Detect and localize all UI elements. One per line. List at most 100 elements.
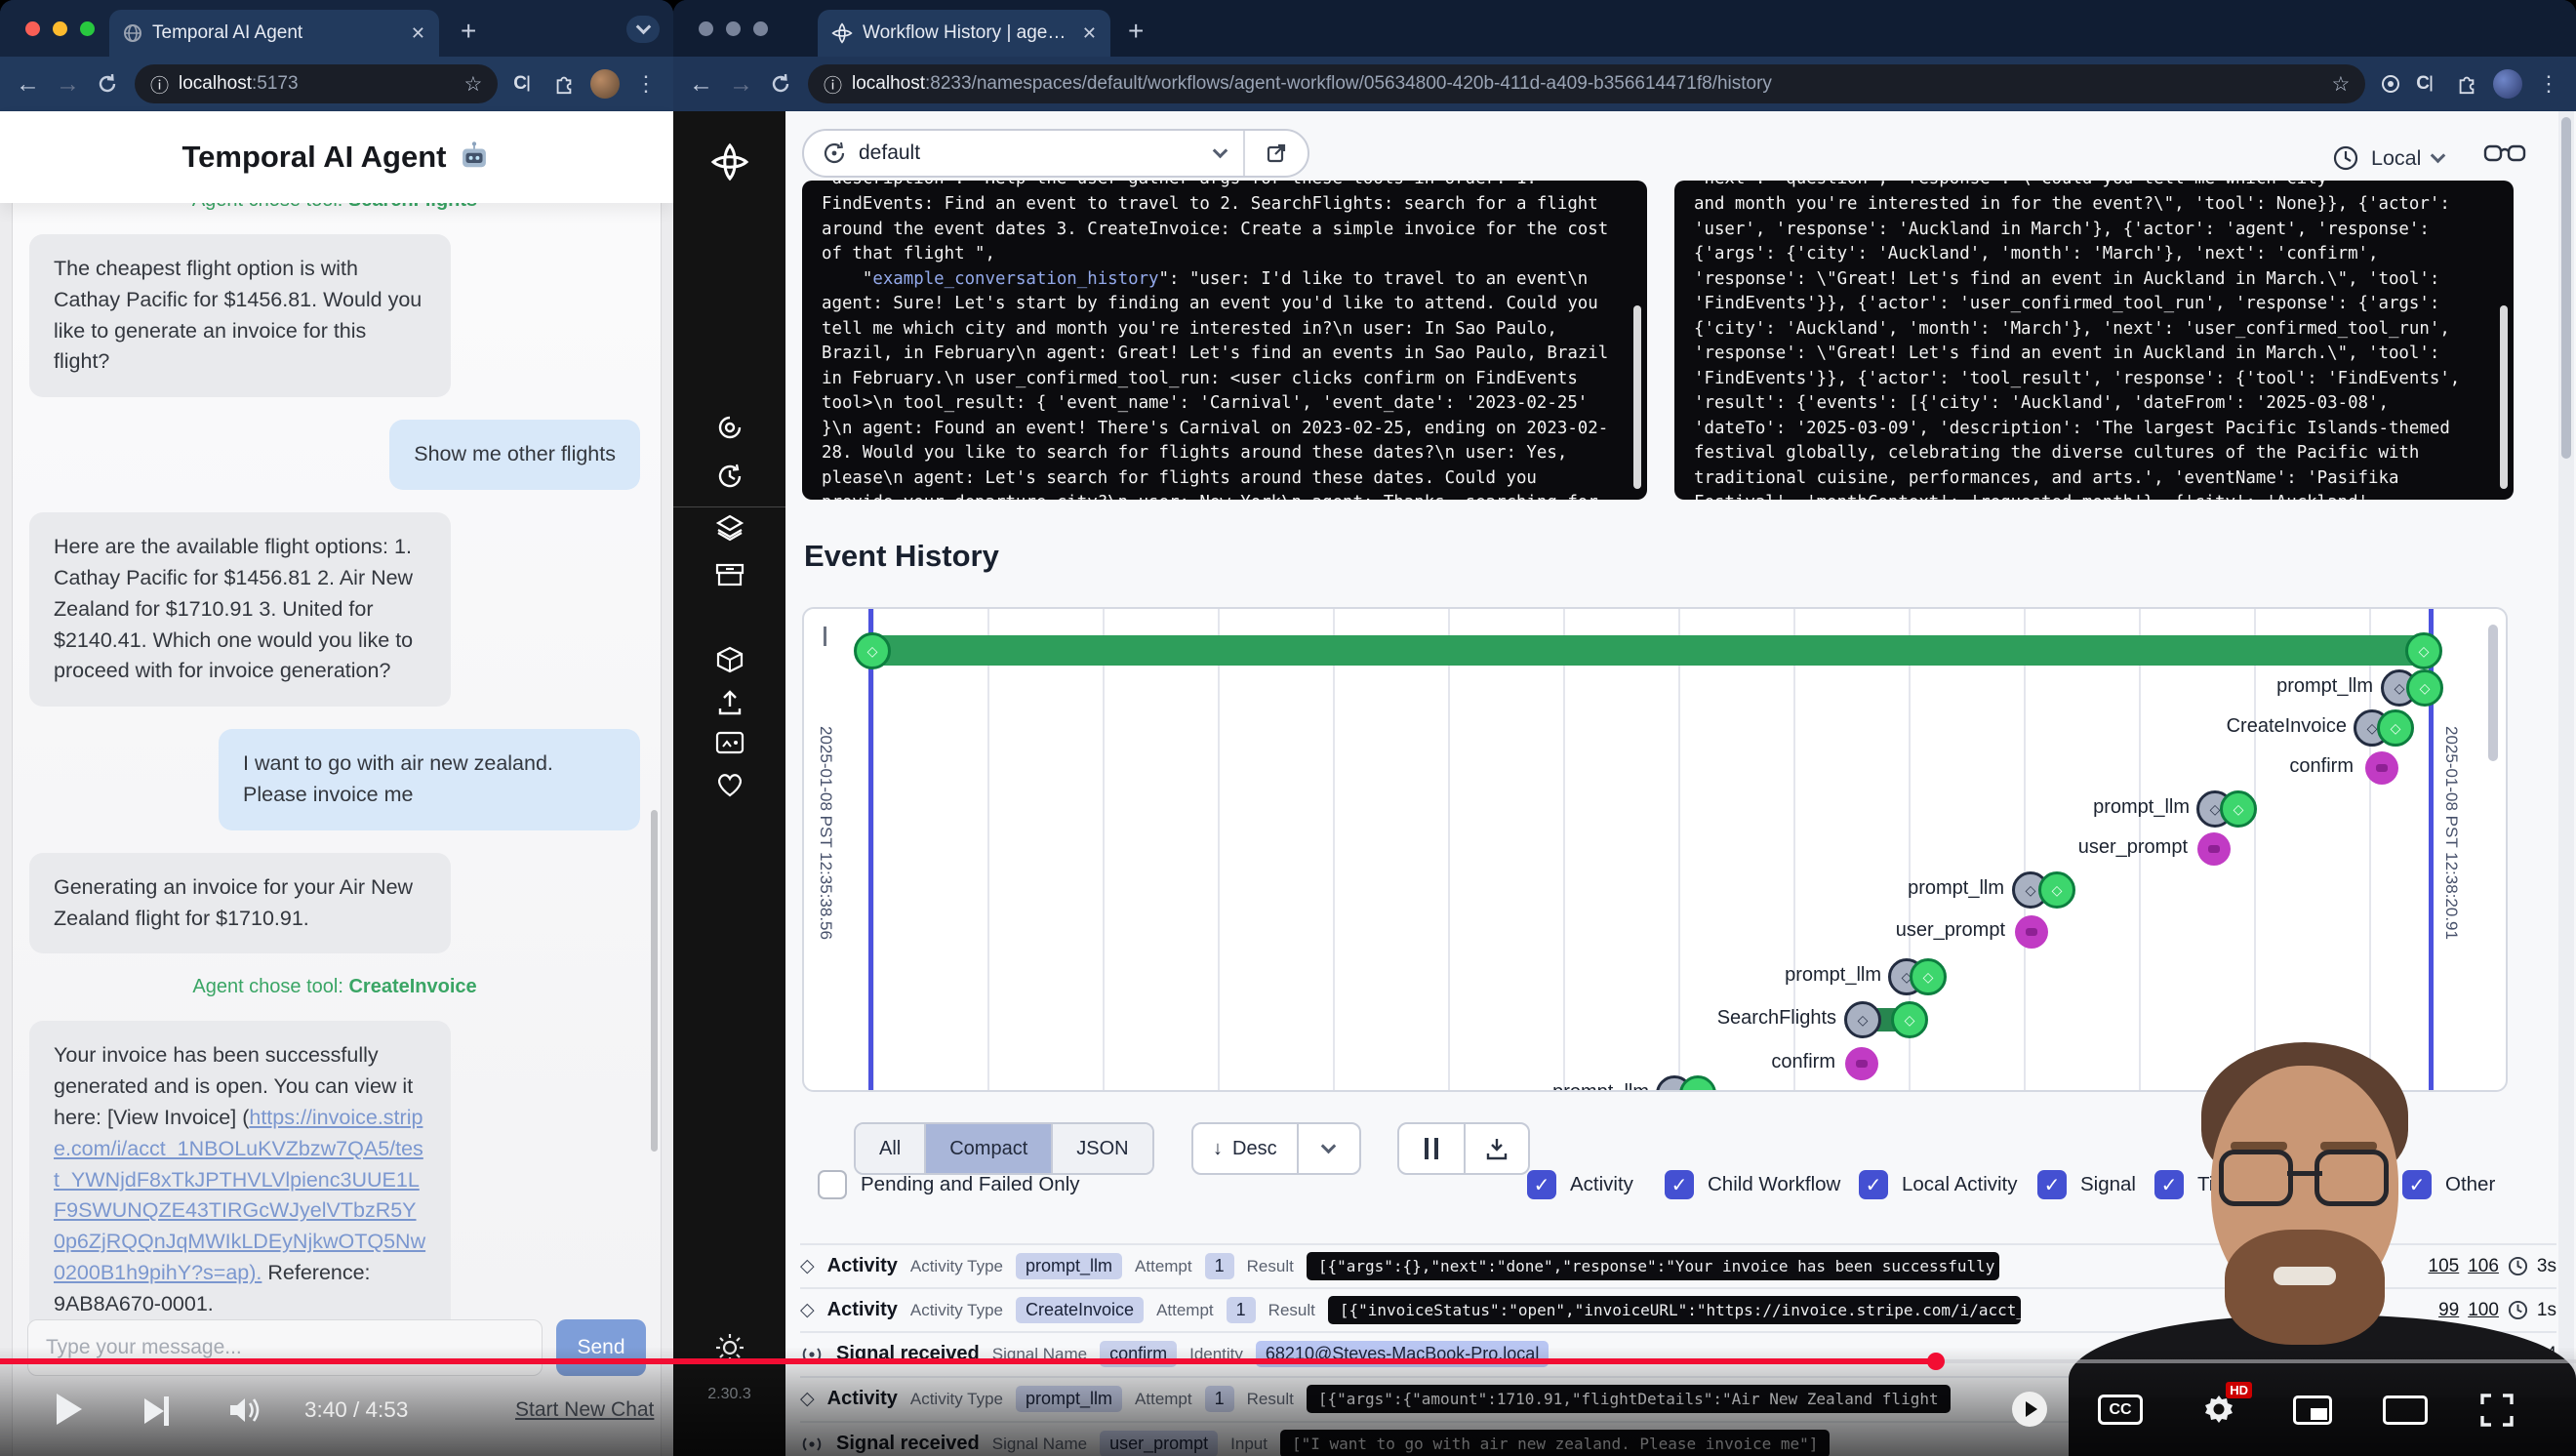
minimize-window-button[interactable] <box>726 21 741 36</box>
signal-marker[interactable] <box>2365 751 2398 785</box>
workflow-result-json-panel[interactable]: 'next': 'question', 'response': \"Could … <box>1674 181 2514 500</box>
namespaces-icon[interactable] <box>673 644 785 675</box>
reload-icon[interactable] <box>96 72 119 96</box>
activity-completed-marker[interactable]: ◇ <box>2220 790 2257 828</box>
bookmark-star-icon[interactable]: ☆ <box>463 72 482 97</box>
zoom-window-button[interactable] <box>753 21 768 36</box>
close-tab-icon[interactable]: ✕ <box>411 23 425 44</box>
new-tab-button[interactable]: + <box>461 18 476 45</box>
message-input[interactable]: Type your message... <box>27 1319 543 1376</box>
activity-scheduled-marker[interactable]: ◇ <box>1844 1001 1881 1038</box>
browser-menu-icon[interactable]: ⋮ <box>2538 71 2560 97</box>
workflow-execution-bar[interactable] <box>872 635 2431 666</box>
checkbox-checked[interactable]: ✓ <box>1665 1170 1694 1199</box>
sort-desc-button[interactable]: ↓ Desc <box>1193 1124 1297 1173</box>
stack-icon[interactable] <box>673 511 785 543</box>
browser-menu-icon[interactable]: ⋮ <box>635 71 658 97</box>
signal-marker[interactable] <box>2015 915 2048 949</box>
checkbox-checked[interactable]: ✓ <box>1527 1170 1556 1199</box>
checkbox-checked[interactable]: ✓ <box>1859 1170 1888 1199</box>
window-controls[interactable] <box>25 21 95 36</box>
checkbox-checked[interactable]: ✓ <box>2037 1170 2067 1199</box>
pending-failed-filter[interactable]: Pending and Failed Only <box>818 1170 1080 1199</box>
video-progress-bar[interactable] <box>0 1358 1937 1364</box>
type-filter-child-workflow[interactable]: ✓Child Workflow <box>1665 1170 1840 1199</box>
panel-scrollbar[interactable] <box>2500 305 2508 489</box>
open-namespace-button[interactable] <box>1245 131 1308 176</box>
type-filter-local-activity[interactable]: ✓Local Activity <box>1859 1170 2018 1199</box>
tab-search-button[interactable] <box>626 16 660 43</box>
back-icon[interactable]: ← <box>689 70 713 99</box>
close-window-button[interactable] <box>699 21 713 36</box>
view-mode-all[interactable]: All <box>856 1124 924 1173</box>
close-window-button[interactable] <box>25 21 40 36</box>
back-icon[interactable]: ← <box>16 70 40 99</box>
sort-control[interactable]: ↓ Desc <box>1191 1122 1361 1175</box>
autoplay-toggle[interactable] <box>2012 1392 2047 1427</box>
extensions-puzzle-icon[interactable] <box>553 73 575 95</box>
forward-icon[interactable]: → <box>56 70 80 99</box>
type-filter-activity[interactable]: ✓Activity <box>1527 1170 1633 1199</box>
checkbox-unchecked[interactable] <box>818 1170 847 1199</box>
site-info-icon[interactable]: ⓘ <box>824 71 842 98</box>
signal-marker[interactable] <box>1845 1047 1878 1080</box>
pause-button[interactable] <box>1399 1124 1464 1173</box>
next-button[interactable] <box>144 1396 169 1426</box>
activity-completed-marker[interactable]: ◇ <box>2406 669 2443 707</box>
send-button[interactable]: Send <box>556 1319 646 1376</box>
invoice-link[interactable]: https://invoice.stripe.com/i/acct_1NBOLu… <box>54 1106 425 1284</box>
profile-avatar[interactable] <box>2493 69 2522 99</box>
bookmark-star-icon[interactable]: ☆ <box>2331 72 2350 97</box>
download-history-button[interactable] <box>1464 1124 1528 1173</box>
play-button[interactable] <box>57 1394 82 1425</box>
extension-dot-icon[interactable] <box>2381 74 2400 94</box>
chat-scrollbar[interactable] <box>651 810 658 1152</box>
close-tab-icon[interactable]: ✕ <box>1082 23 1097 44</box>
tab-temporal-ai-agent[interactable]: Temporal AI Agent ✕ <box>109 10 439 57</box>
labs-icon[interactable] <box>673 730 785 757</box>
extension-ci-icon[interactable]: C▏ <box>2416 73 2440 95</box>
zoom-window-button[interactable] <box>80 21 95 36</box>
namespace-dropdown[interactable]: default <box>804 131 1243 176</box>
tab-workflow-history[interactable]: Workflow History | agent-wor ✕ <box>818 10 1110 57</box>
minimize-window-button[interactable] <box>53 21 67 36</box>
fullscreen-button[interactable] <box>2478 1392 2516 1429</box>
profile-avatar[interactable] <box>590 69 620 99</box>
site-info-icon[interactable]: ⓘ <box>150 71 169 98</box>
volume-icon[interactable] <box>226 1394 262 1427</box>
timeline-scrollbar[interactable] <box>2488 625 2498 761</box>
address-bar[interactable]: ⓘ localhost:8233/namespaces/default/work… <box>808 64 2365 103</box>
captions-button[interactable]: CC <box>2098 1395 2143 1425</box>
start-new-chat-link[interactable]: Start New Chat <box>515 1398 654 1422</box>
workflows-icon[interactable] <box>673 412 785 443</box>
activity-completed-marker[interactable]: ◇ <box>1910 958 1947 995</box>
extension-ci-icon[interactable]: C▏ <box>513 73 538 95</box>
workflow-input-json-panel[interactable]: 'description': 'Help the user gather arg… <box>802 181 1647 500</box>
extensions-puzzle-icon[interactable] <box>2456 73 2477 95</box>
temporal-logo-icon[interactable] <box>673 142 785 182</box>
namespace-selector[interactable]: default <box>802 129 1309 178</box>
view-mode-compact[interactable]: Compact <box>924 1124 1051 1173</box>
labs-glasses-icon[interactable] <box>2483 141 2526 166</box>
address-bar[interactable]: ⓘ localhost:5173 ☆ <box>135 64 498 103</box>
panel-scrollbar[interactable] <box>1633 305 1641 489</box>
archival-icon[interactable] <box>673 560 785 589</box>
forward-icon[interactable]: → <box>729 70 753 99</box>
new-tab-button[interactable]: + <box>1128 18 1144 45</box>
miniplayer-button[interactable] <box>2293 1395 2332 1425</box>
activity-completed-marker[interactable]: ◇ <box>1891 1001 1928 1038</box>
window-controls[interactable] <box>699 21 768 36</box>
feedback-heart-icon[interactable] <box>673 771 785 798</box>
video-playhead[interactable] <box>1927 1353 1945 1370</box>
collapse-timeline-icon[interactable] <box>824 627 826 644</box>
schedules-icon[interactable] <box>673 461 785 492</box>
import-icon[interactable] <box>673 687 785 718</box>
settings-gear-icon[interactable]: HD <box>2199 1390 2238 1429</box>
workflow-marker[interactable]: ◇ <box>854 632 891 669</box>
theater-mode-button[interactable] <box>2383 1395 2428 1425</box>
activity-completed-marker[interactable]: ◇ <box>2038 871 2075 909</box>
reload-icon[interactable] <box>769 72 792 96</box>
activity-completed-marker[interactable]: ◇ <box>2377 709 2414 747</box>
view-mode-json[interactable]: JSON <box>1051 1124 1151 1173</box>
sort-options-button[interactable] <box>1297 1124 1359 1173</box>
